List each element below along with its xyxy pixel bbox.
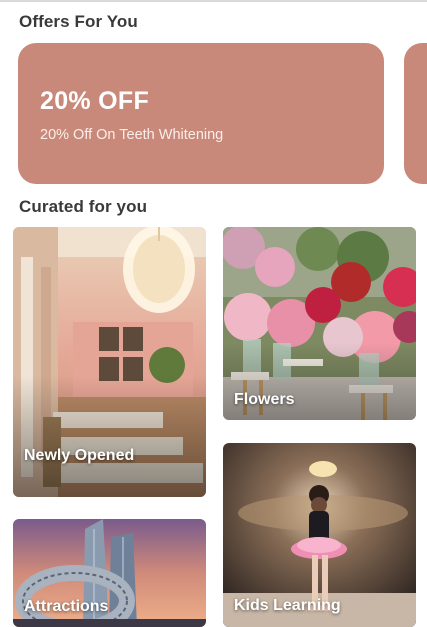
tile-label-flowers: Flowers [234,391,295,408]
offer-card-next[interactable] [404,43,427,184]
offer-subtitle: 20% Off On Teeth Whitening [40,127,224,143]
curated-section-title: Curated for you [19,197,148,216]
tile-label-kids-learning: Kids Learning [234,597,341,614]
top-divider [0,0,427,2]
tile-label-attractions: Attractions [24,598,109,615]
curated-tile-flowers[interactable]: Flowers [223,227,416,420]
offers-section-title: Offers For You [19,12,138,31]
curated-tile-kids-learning[interactable]: Kids Learning [223,443,416,627]
offer-title: 20% OFF [40,87,150,115]
offers-carousel[interactable]: 20% OFF 20% Off On Teeth Whitening [0,43,427,185]
offer-card[interactable]: 20% OFF 20% Off On Teeth Whitening [18,43,384,184]
tile-label-newly-opened: Newly Opened [24,447,135,464]
curated-tile-newly-opened[interactable]: Newly Opened [13,227,206,497]
curated-tile-attractions[interactable]: Attractions [13,519,206,627]
